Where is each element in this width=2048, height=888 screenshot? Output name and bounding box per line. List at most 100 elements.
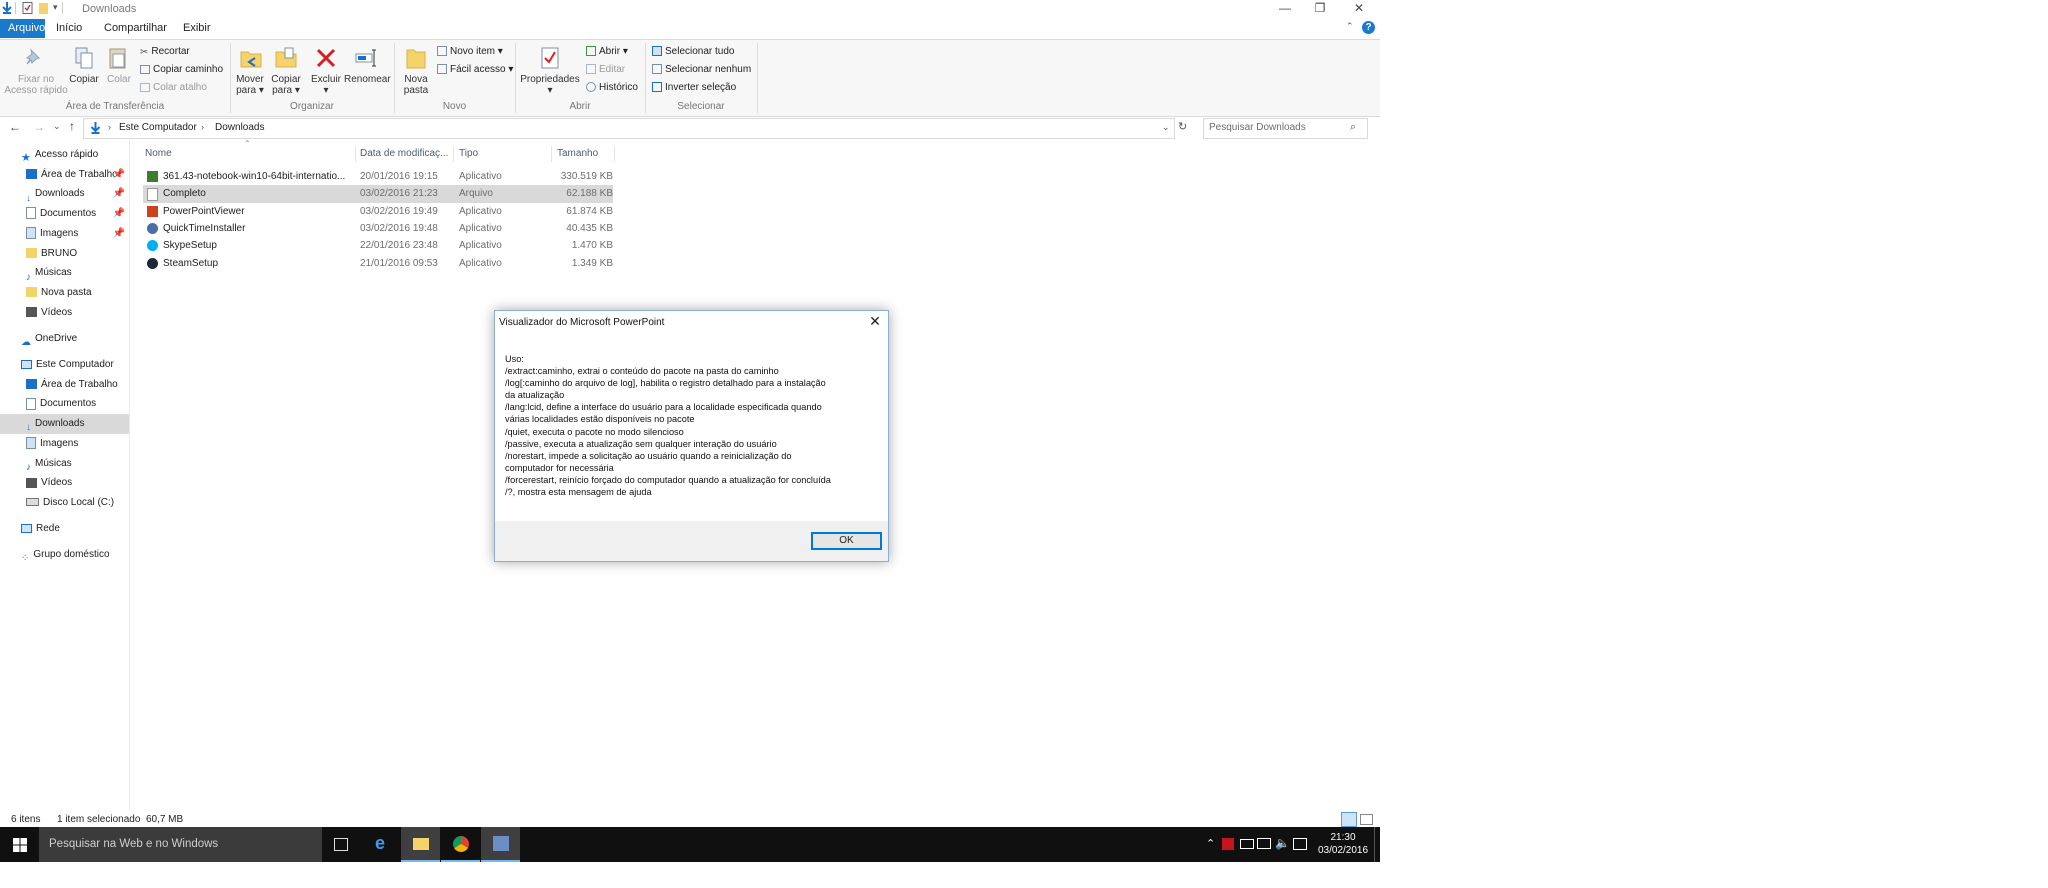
nav-quick-access[interactable]: ★ Acesso rápido xyxy=(0,145,129,165)
nav-pc-videos[interactable]: Vídeos xyxy=(0,473,129,493)
minimize-button[interactable]: — xyxy=(1265,0,1305,17)
column-header-date[interactable]: Data de modificaç... xyxy=(360,146,455,162)
tab-compartilhar[interactable]: Compartilhar xyxy=(96,19,175,38)
details-view-icon[interactable] xyxy=(1341,812,1357,827)
column-header-type[interactable]: Tipo xyxy=(459,146,549,162)
cut-button[interactable]: ✂ Recortar xyxy=(140,45,190,59)
recent-locations-icon[interactable]: ⌄ xyxy=(53,121,61,132)
restore-button[interactable]: ❐ xyxy=(1300,0,1340,17)
input-language-icon[interactable] xyxy=(1293,838,1307,850)
quicktime-icon xyxy=(147,222,158,234)
nav-pc-local-disk[interactable]: Disco Local (C:) xyxy=(0,493,129,513)
open-button[interactable]: Abrir ▾ xyxy=(586,45,628,59)
rename-button[interactable]: Renomear xyxy=(344,74,391,85)
copy-path-button[interactable]: Copiar caminho xyxy=(140,63,223,77)
collapse-ribbon-icon[interactable]: ⌃ xyxy=(1346,21,1354,32)
nav-qa-desktop[interactable]: Área de Trabalho 📌 xyxy=(0,165,129,185)
column-divider[interactable] xyxy=(551,146,552,162)
delete-x-icon xyxy=(316,48,336,68)
dialog-close-icon[interactable]: ✕ xyxy=(868,314,882,328)
battery-icon[interactable] xyxy=(1240,839,1254,849)
copy-button[interactable]: Copiar xyxy=(68,74,100,85)
nav-qa-documents[interactable]: Documentos 📌 xyxy=(0,204,129,224)
paste-button[interactable]: Colar xyxy=(105,74,133,85)
nav-this-pc[interactable]: Este Computador xyxy=(0,355,129,375)
properties-icon[interactable] xyxy=(22,2,33,14)
customize-toolbar-icon[interactable]: ▾ xyxy=(53,2,58,13)
chrome-taskbar-button[interactable] xyxy=(441,827,480,862)
nav-qa-music[interactable]: ♪ Músicas xyxy=(0,263,129,283)
tab-exibir[interactable]: Exibir xyxy=(175,19,219,38)
installer-taskbar-button[interactable] xyxy=(481,827,520,862)
invert-selection-button[interactable]: Inverter seleção xyxy=(652,81,736,95)
new-folder-button[interactable]: Nova pasta xyxy=(400,74,432,96)
close-button[interactable]: ✕ xyxy=(1339,0,1379,17)
file-row[interactable]: SteamSetup 21/01/2016 09:53 Aplicativo 1… xyxy=(143,255,613,272)
back-arrow-icon[interactable]: ← xyxy=(9,120,21,134)
nav-qa-images[interactable]: Imagens 📌 xyxy=(0,224,129,244)
breadcrumb-separator-icon: › xyxy=(108,122,111,132)
windows-start-icon[interactable] xyxy=(13,838,27,852)
tab-inicio[interactable]: Início xyxy=(48,19,90,38)
new-item-button[interactable]: Novo item ▾ xyxy=(437,45,503,59)
file-row[interactable]: QuickTimeInstaller 03/02/2016 19:48 Apli… xyxy=(143,220,613,237)
file-row[interactable]: 361.43-notebook-win10-64bit-internatio..… xyxy=(143,168,613,185)
antivirus-tray-icon[interactable] xyxy=(1222,838,1234,850)
column-divider[interactable] xyxy=(614,146,615,162)
cut-label: Recortar xyxy=(151,46,190,57)
nav-qa-bruno[interactable]: BRUNO xyxy=(0,244,129,264)
volume-icon[interactable]: 🔈 xyxy=(1275,836,1290,850)
show-hidden-icons-chevron-icon[interactable]: ⌃ xyxy=(1206,837,1215,850)
file-row-selected[interactable]: Completo 03/02/2016 21:23 Arquivo 62.188… xyxy=(143,185,613,203)
breadcrumb-downloads[interactable]: Downloads xyxy=(215,122,264,133)
forward-arrow-icon[interactable]: → xyxy=(33,120,45,134)
nav-qa-new-folder[interactable]: Nova pasta xyxy=(0,283,129,303)
column-header-name[interactable]: Nome xyxy=(145,146,355,162)
edit-button[interactable]: Editar xyxy=(586,63,625,77)
nav-pc-images[interactable]: Imagens xyxy=(0,434,129,454)
task-view-icon[interactable] xyxy=(334,838,348,851)
tab-arquivo[interactable]: Arquivo xyxy=(0,19,45,38)
address-history-chevron-icon[interactable]: ⌄ xyxy=(1162,122,1170,133)
nav-network[interactable]: Rede xyxy=(0,519,129,539)
nav-qa-downloads[interactable]: ↓ Downloads 📌 xyxy=(0,184,129,204)
select-all-button[interactable]: Selecionar tudo xyxy=(652,45,735,59)
new-folder-icon[interactable] xyxy=(38,2,49,14)
nav-pc-downloads[interactable]: ↓ Downloads xyxy=(0,414,129,434)
easy-access-button[interactable]: Fácil acesso ▾ xyxy=(437,63,513,77)
nav-pc-desktop[interactable]: Área de Trabalho xyxy=(0,375,129,395)
edge-browser-icon[interactable]: e xyxy=(375,833,385,854)
column-header-size[interactable]: Tamanho xyxy=(557,146,617,162)
move-to-button[interactable]: Mover para ▾ xyxy=(232,74,268,96)
nav-pc-music[interactable]: ♪ Músicas xyxy=(0,454,129,474)
copy-to-button[interactable]: Copiar para ▾ xyxy=(268,74,304,96)
ok-button[interactable]: OK xyxy=(811,532,882,550)
refresh-icon[interactable]: ↻ xyxy=(1178,120,1187,133)
search-icon[interactable]: ⌕ xyxy=(1350,121,1356,134)
delete-button[interactable]: Excluir ▾ xyxy=(310,74,342,96)
file-explorer-taskbar-button[interactable] xyxy=(401,827,440,862)
nav-qa-videos[interactable]: Vídeos xyxy=(0,303,129,323)
show-desktop-button[interactable] xyxy=(1374,827,1380,862)
pin-quick-access-button[interactable]: Fixar no Acesso rápido xyxy=(3,74,69,96)
nav-onedrive[interactable]: ☁ OneDrive xyxy=(0,329,129,349)
column-divider[interactable] xyxy=(355,146,356,162)
nav-pc-documents[interactable]: Documentos xyxy=(0,394,129,414)
paste-shortcut-button[interactable]: Colar atalho xyxy=(140,81,207,95)
breadcrumb-este-computador[interactable]: Este Computador xyxy=(119,122,197,133)
up-arrow-icon[interactable]: ↑ xyxy=(69,119,75,133)
clock[interactable]: 21:30 03/02/2016 xyxy=(1318,831,1368,857)
help-icon[interactable]: ? xyxy=(1362,21,1375,34)
history-button[interactable]: Histórico xyxy=(586,81,638,95)
properties-button[interactable]: Propriedades ▾ xyxy=(520,74,580,96)
file-row[interactable]: SkypeSetup 22/01/2016 23:48 Aplicativo 1… xyxy=(143,237,613,254)
search-box[interactable]: Pesquisar Downloads ⌕ xyxy=(1203,118,1368,139)
file-row[interactable]: PowerPointViewer 03/02/2016 19:49 Aplica… xyxy=(143,203,613,220)
large-icons-view-icon[interactable] xyxy=(1360,814,1373,825)
nav-homegroup[interactable]: ⁘ Grupo doméstico xyxy=(0,545,129,565)
select-none-button[interactable]: Selecionar nenhum xyxy=(652,63,751,77)
taskbar-search-box[interactable]: Pesquisar na Web e no Windows xyxy=(39,827,322,862)
network-icon[interactable] xyxy=(1257,838,1271,849)
column-divider[interactable] xyxy=(453,146,454,162)
address-bar[interactable]: › Este Computador › Downloads ⌄ xyxy=(83,118,1175,139)
